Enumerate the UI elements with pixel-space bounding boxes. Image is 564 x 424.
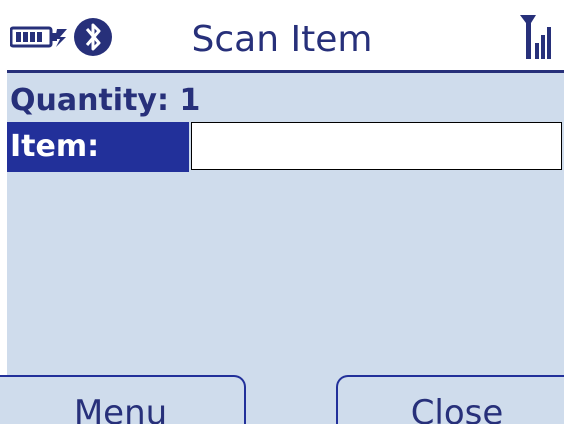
menu-softkey-label: Menu bbox=[73, 393, 168, 424]
close-softkey[interactable]: Close bbox=[336, 375, 564, 424]
quantity-display: Quantity: 1 bbox=[10, 83, 200, 119]
form-area: Quantity: 1 Item: Menu Close bbox=[0, 73, 564, 424]
signal-strength-icon bbox=[520, 13, 556, 69]
quantity-value: 1 bbox=[179, 83, 201, 118]
close-softkey-label: Close bbox=[410, 393, 504, 424]
page-title: Scan Item bbox=[191, 19, 373, 60]
menu-softkey[interactable]: Menu bbox=[0, 375, 246, 424]
item-label: Item: bbox=[10, 129, 100, 164]
scan-item-screen: Scan Item Quantity: 1 Item: Menu Close bbox=[0, 0, 564, 424]
item-input[interactable] bbox=[191, 122, 562, 170]
item-label-highlight: Item: bbox=[7, 122, 189, 172]
title-bar: Scan Item bbox=[0, 0, 564, 70]
item-field-row: Item: bbox=[7, 122, 564, 172]
quantity-label: Quantity: bbox=[10, 83, 169, 118]
